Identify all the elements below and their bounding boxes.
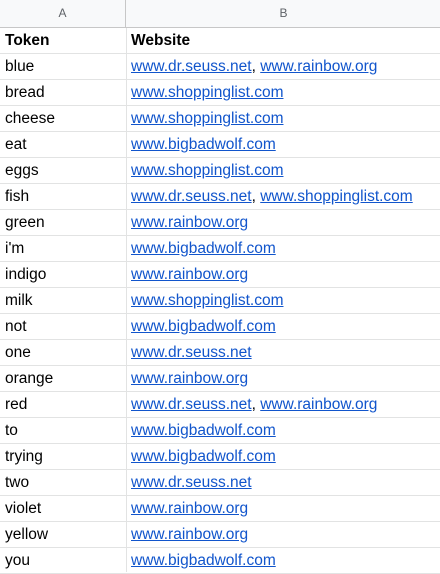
token-cell[interactable]: indigo: [5, 262, 123, 287]
table-row: you www.bigbadwolf.com: [0, 548, 440, 574]
website-cell[interactable]: www.rainbow.org: [131, 496, 440, 521]
header-cell-website[interactable]: Website: [131, 28, 440, 53]
website-cell[interactable]: www.rainbow.org: [131, 262, 440, 287]
token-cell[interactable]: one: [5, 340, 123, 365]
website-cell[interactable]: www.dr.seuss.net: [131, 340, 440, 365]
website-link[interactable]: www.dr.seuss.net: [131, 344, 252, 361]
header-cell-token[interactable]: Token: [5, 28, 123, 53]
column-header-b[interactable]: B: [127, 0, 440, 27]
link-separator: ,: [251, 58, 261, 75]
token-cell[interactable]: trying: [5, 444, 123, 469]
token-cell[interactable]: to: [5, 418, 123, 443]
token-cell[interactable]: fish: [5, 184, 123, 209]
website-cell[interactable]: www.dr.seuss.net, www.rainbow.org: [131, 392, 440, 417]
website-cell[interactable]: www.dr.seuss.net: [131, 470, 440, 495]
token-cell[interactable]: red: [5, 392, 123, 417]
column-header-a[interactable]: A: [0, 0, 126, 27]
website-link[interactable]: www.bigbadwolf.com: [131, 240, 276, 257]
token-cell[interactable]: not: [5, 314, 123, 339]
website-cell[interactable]: www.dr.seuss.net, www.rainbow.org: [131, 54, 440, 79]
column-header-bar: A B: [0, 0, 440, 28]
token-cell[interactable]: i'm: [5, 236, 123, 261]
token-cell[interactable]: bread: [5, 80, 123, 105]
website-link[interactable]: www.shoppinglist.com: [131, 292, 283, 309]
website-link[interactable]: www.shoppinglist.com: [131, 110, 283, 127]
table-row: orange www.rainbow.org: [0, 366, 440, 392]
token-cell[interactable]: two: [5, 470, 123, 495]
website-link[interactable]: www.bigbadwolf.com: [131, 136, 276, 153]
link-separator: ,: [251, 188, 261, 205]
website-link[interactable]: www.rainbow.org: [131, 214, 248, 231]
website-link[interactable]: www.rainbow.org: [131, 370, 248, 387]
website-link[interactable]: www.rainbow.org: [260, 396, 377, 413]
token-cell[interactable]: eat: [5, 132, 123, 157]
token-cell[interactable]: eggs: [5, 158, 123, 183]
table-row: i'm www.bigbadwolf.com: [0, 236, 440, 262]
table-row: fish www.dr.seuss.net, www.shoppinglist.c…: [0, 184, 440, 210]
website-link[interactable]: www.shoppinglist.com: [131, 84, 283, 101]
website-link[interactable]: www.rainbow.org: [131, 526, 248, 543]
website-cell[interactable]: www.shoppinglist.com: [131, 288, 440, 313]
website-link[interactable]: www.dr.seuss.net: [131, 188, 252, 205]
website-cell[interactable]: www.shoppinglist.com: [131, 158, 440, 183]
website-link[interactable]: www.dr.seuss.net: [131, 58, 252, 75]
token-cell[interactable]: violet: [5, 496, 123, 521]
website-cell[interactable]: www.dr.seuss.net, www.shoppinglist.com: [131, 184, 440, 209]
table-row: trying www.bigbadwolf.com: [0, 444, 440, 470]
token-cell[interactable]: yellow: [5, 522, 123, 547]
website-link[interactable]: www.rainbow.org: [131, 500, 248, 517]
website-link[interactable]: www.bigbadwolf.com: [131, 448, 276, 465]
table-row: eggs www.shoppinglist.com: [0, 158, 440, 184]
website-cell[interactable]: www.bigbadwolf.com: [131, 314, 440, 339]
website-cell[interactable]: www.shoppinglist.com: [131, 80, 440, 105]
link-separator: ,: [251, 396, 261, 413]
table-row: yellow www.rainbow.org: [0, 522, 440, 548]
token-cell[interactable]: orange: [5, 366, 123, 391]
website-link[interactable]: www.dr.seuss.net: [131, 396, 252, 413]
table-row: violet www.rainbow.org: [0, 496, 440, 522]
table-row: milk www.shoppinglist.com: [0, 288, 440, 314]
website-link[interactable]: www.rainbow.org: [260, 58, 377, 75]
token-cell[interactable]: you: [5, 548, 123, 573]
column-divider: [126, 28, 127, 572]
table-row: cheese www.shoppinglist.com: [0, 106, 440, 132]
table-row: bread www.shoppinglist.com: [0, 80, 440, 106]
table-row: green www.rainbow.org: [0, 210, 440, 236]
website-cell[interactable]: www.bigbadwolf.com: [131, 444, 440, 469]
spreadsheet-grid: Token Website blue www.dr.seuss.net, www.…: [0, 28, 440, 574]
token-cell[interactable]: green: [5, 210, 123, 235]
token-cell[interactable]: cheese: [5, 106, 123, 131]
website-cell[interactable]: www.rainbow.org: [131, 210, 440, 235]
table-row: eat www.bigbadwolf.com: [0, 132, 440, 158]
table-row: not www.bigbadwolf.com: [0, 314, 440, 340]
website-link[interactable]: www.shoppinglist.com: [131, 162, 283, 179]
table-row: blue www.dr.seuss.net, www.rainbow.org: [0, 54, 440, 80]
website-cell[interactable]: www.shoppinglist.com: [131, 106, 440, 131]
table-header-row: Token Website: [0, 28, 440, 54]
website-link[interactable]: www.shoppinglist.com: [260, 188, 412, 205]
token-cell[interactable]: blue: [5, 54, 123, 79]
website-link[interactable]: www.bigbadwolf.com: [131, 422, 276, 439]
table-row: red www.dr.seuss.net, www.rainbow.org: [0, 392, 440, 418]
table-row: one www.dr.seuss.net: [0, 340, 440, 366]
website-link[interactable]: www.bigbadwolf.com: [131, 318, 276, 335]
website-link[interactable]: www.bigbadwolf.com: [131, 552, 276, 569]
table-row: indigo www.rainbow.org: [0, 262, 440, 288]
website-cell[interactable]: www.bigbadwolf.com: [131, 236, 440, 261]
table-row: two www.dr.seuss.net: [0, 470, 440, 496]
table-row: to www.bigbadwolf.com: [0, 418, 440, 444]
website-cell[interactable]: www.bigbadwolf.com: [131, 548, 440, 573]
website-cell[interactable]: www.bigbadwolf.com: [131, 132, 440, 157]
website-cell[interactable]: www.bigbadwolf.com: [131, 418, 440, 443]
website-cell[interactable]: www.rainbow.org: [131, 366, 440, 391]
website-link[interactable]: www.dr.seuss.net: [131, 474, 252, 491]
website-link[interactable]: www.rainbow.org: [131, 266, 248, 283]
website-cell[interactable]: www.rainbow.org: [131, 522, 440, 547]
token-cell[interactable]: milk: [5, 288, 123, 313]
